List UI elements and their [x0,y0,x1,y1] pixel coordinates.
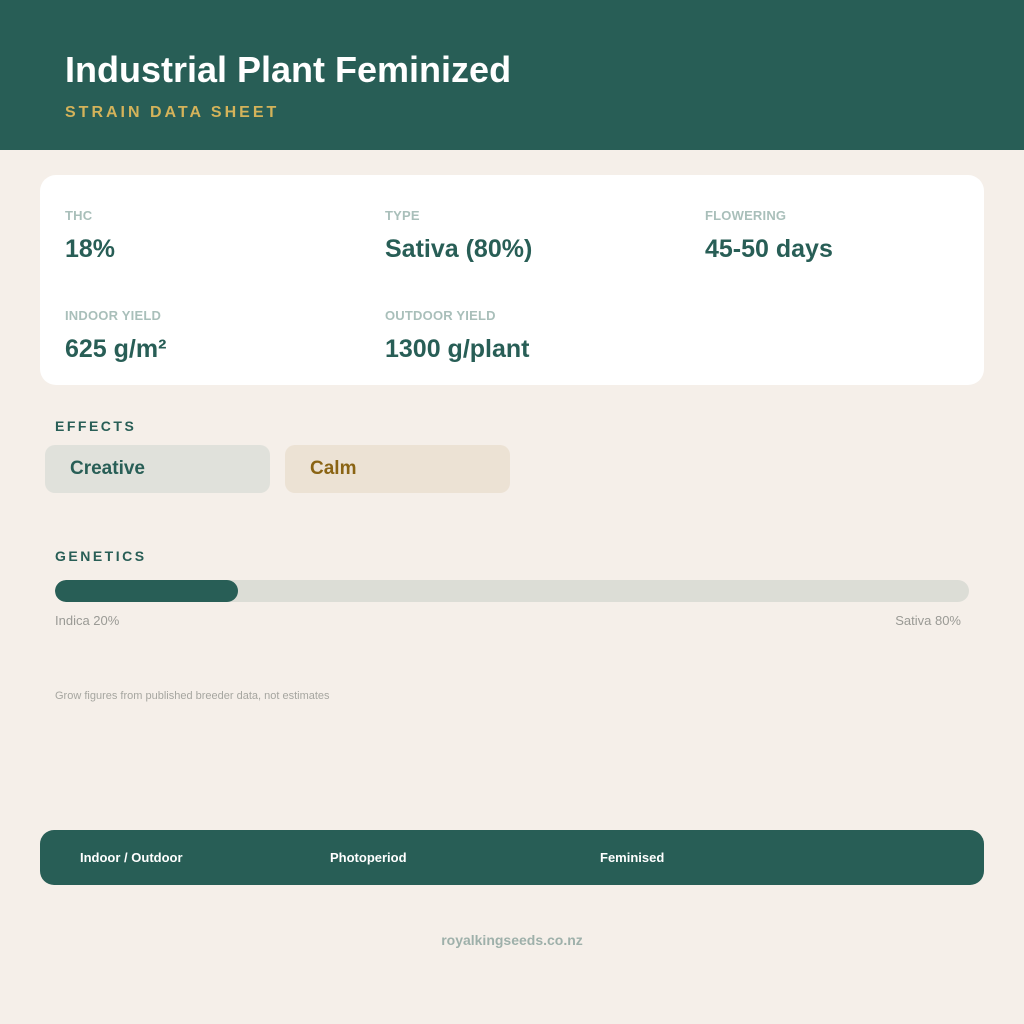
stat-outdoor-yield: OUTDOOR YIELD 1300 g/plant [385,308,530,364]
footer-item-photoperiod: Photoperiod [330,850,407,865]
sativa-label: Sativa 80% [895,613,961,628]
stat-label: TYPE [385,208,420,223]
stat-label: INDOOR YIELD [65,308,162,323]
stat-value: 18% [65,235,116,263]
stat-value: 625 g/m² [65,335,167,363]
stat-label: THC [65,208,93,223]
page-subtitle: STRAIN DATA SHEET [65,104,280,121]
indica-label: Indica 20% [55,613,120,628]
stat-label: OUTDOOR YIELD [385,308,496,323]
footer-item-indoor-outdoor: Indoor / Outdoor [80,850,183,865]
stat-value: 1300 g/plant [385,335,530,363]
website-link[interactable]: royalkingseeds.co.nz [0,931,1024,949]
footer-item-feminised: Feminised [600,850,665,865]
stat-indoor-yield: INDOOR YIELD 625 g/m² [65,308,166,364]
page-title: Industrial Plant Feminized [65,49,512,90]
data-note: Grow figures from published breeder data… [55,690,330,702]
stat-flowering: FLOWERING 45-50 days [705,208,833,264]
stat-value: Sativa (80%) [385,235,533,263]
footer-bar: Indoor / Outdoor Photoperiod Feminised [40,830,984,885]
stat-thc: THC 18% [65,208,115,264]
header: Industrial Plant Feminized STRAIN DATA S… [0,0,1024,150]
genetics-heading: GENETICS [55,548,147,564]
genetics-bar [55,580,969,602]
stats-card: THC 18% TYPE Sativa (80%) FLOWERING 45-5… [40,175,984,385]
genetics-bar-indica-fill [55,580,238,602]
stat-label: FLOWERING [705,208,787,223]
effect-chip-creative: Creative [45,445,270,493]
stat-type: TYPE Sativa (80%) [385,208,532,264]
effects-heading: EFFECTS [55,418,137,434]
stat-value: 45-50 days [705,235,833,263]
effect-chip-calm: Calm [285,445,510,493]
